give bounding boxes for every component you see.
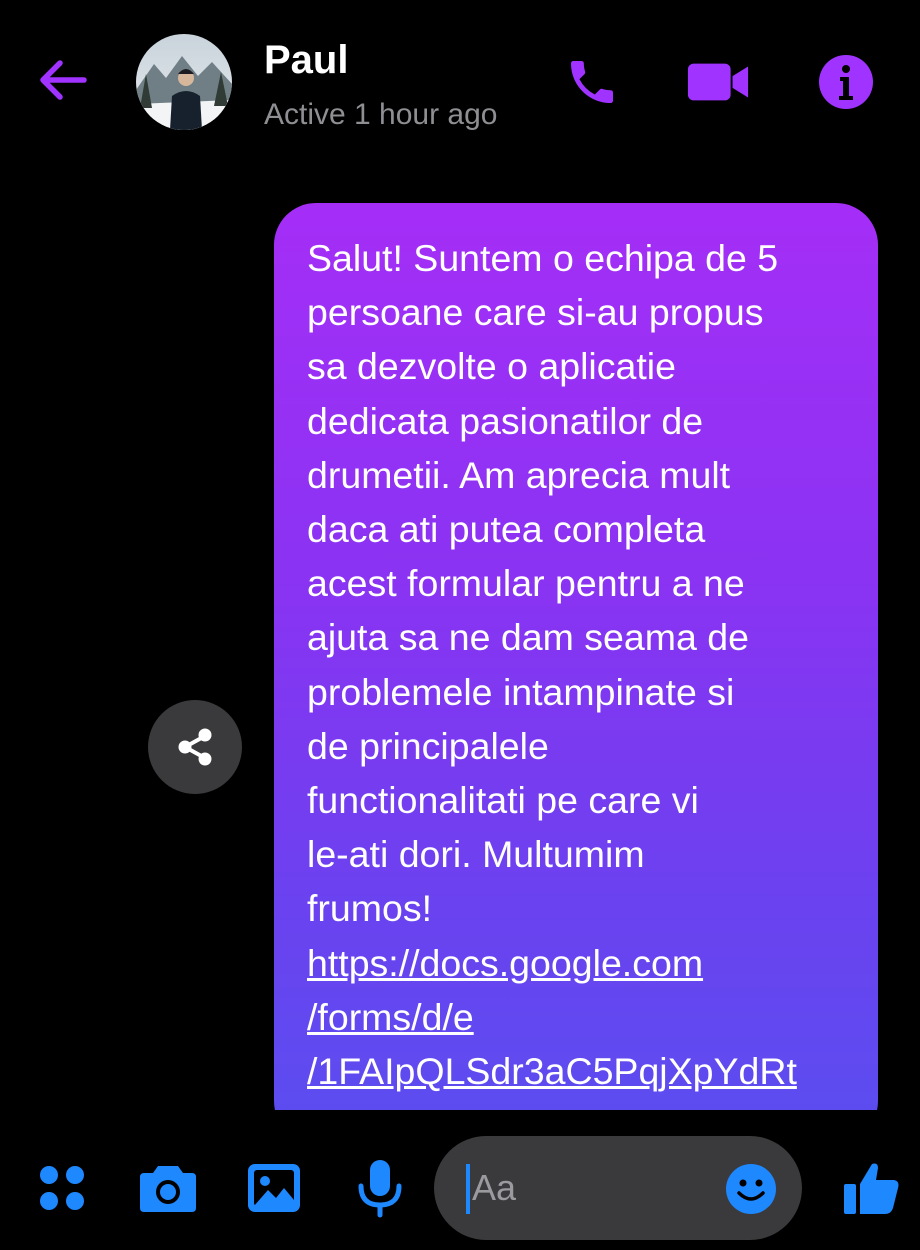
camera-icon <box>140 1166 196 1212</box>
menu-dots-icon <box>40 1166 84 1210</box>
message-input[interactable] <box>472 1158 722 1218</box>
message-list[interactable]: Salut! Suntem o echipa de 5 persoane car… <box>0 160 920 1110</box>
more-actions-button[interactable] <box>32 1158 92 1218</box>
sent-message-bubble[interactable]: Salut! Suntem o echipa de 5 persoane car… <box>274 203 878 1110</box>
like-button[interactable] <box>842 1158 902 1218</box>
share-icon <box>178 728 212 766</box>
camera-button[interactable] <box>138 1158 198 1218</box>
text-cursor <box>466 1164 470 1214</box>
message-link[interactable]: https://docs.google.com /forms/d/e /1FAI… <box>307 936 854 1099</box>
thumbs-up-icon <box>844 1163 899 1214</box>
image-icon <box>248 1164 300 1212</box>
active-status: Active 1 hour ago <box>264 98 498 131</box>
info-icon <box>819 55 873 109</box>
message-input-container[interactable] <box>434 1136 802 1240</box>
back-arrow-icon <box>40 60 87 100</box>
voice-message-button[interactable] <box>350 1158 410 1218</box>
avatar[interactable] <box>136 34 232 130</box>
back-button[interactable] <box>34 52 90 108</box>
microphone-icon <box>358 1160 402 1218</box>
emoji-icon <box>726 1164 776 1214</box>
composer-bar <box>0 1110 920 1250</box>
contact-name[interactable]: Paul <box>264 36 348 84</box>
video-call-button[interactable] <box>686 50 750 114</box>
emoji-button[interactable] <box>724 1162 778 1216</box>
audio-call-button[interactable] <box>560 50 624 114</box>
video-camera-icon <box>687 63 749 101</box>
conversation-header: Paul Active 1 hour ago <box>0 0 920 160</box>
info-button[interactable] <box>814 50 878 114</box>
message-text: Salut! Suntem o echipa de 5 persoane car… <box>307 237 779 930</box>
gallery-button[interactable] <box>244 1158 304 1218</box>
share-button[interactable] <box>148 700 242 794</box>
phone-icon <box>571 61 613 103</box>
